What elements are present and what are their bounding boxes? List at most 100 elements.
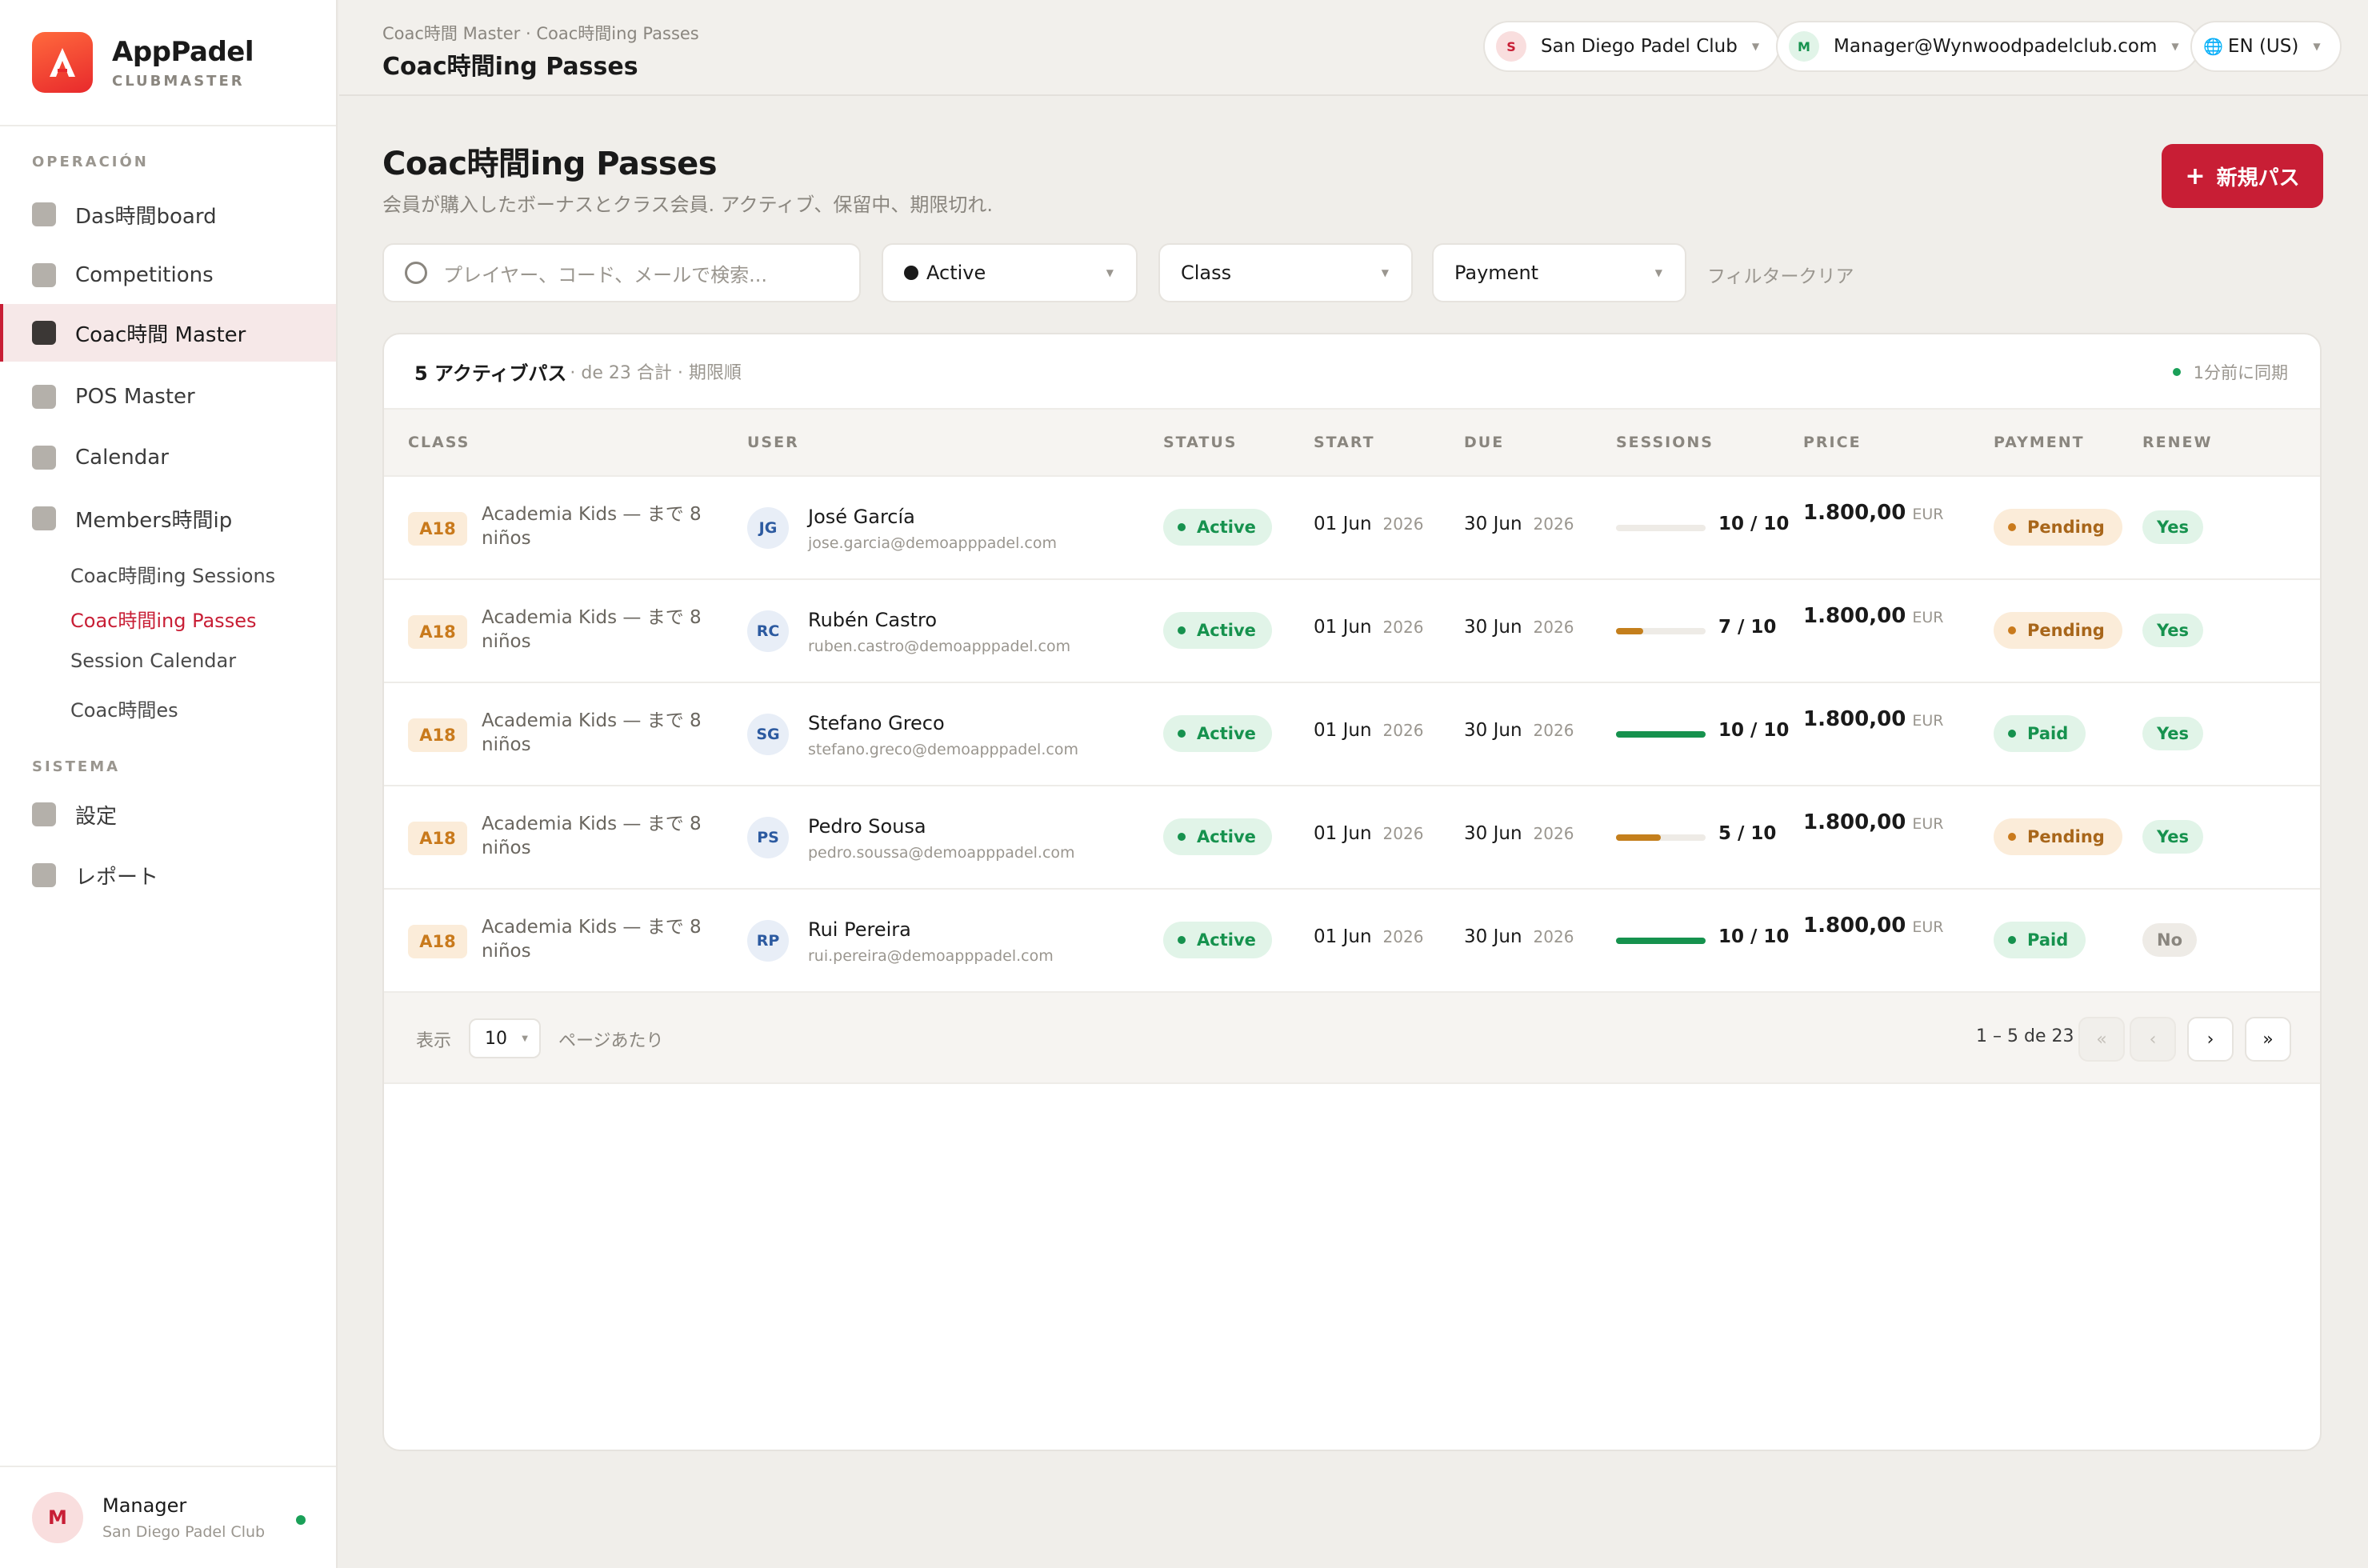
breadcrumb[interactable]: Coac時間 Master · Coac時間ing Passes bbox=[382, 21, 699, 45]
user-club: San Diego Padel Club bbox=[102, 1523, 266, 1541]
class-filter[interactable]: Class ▼ bbox=[1158, 243, 1413, 302]
sidebar-item-label: Members時間ip bbox=[75, 508, 233, 533]
column-header-class[interactable]: CLASS bbox=[408, 434, 470, 451]
price-amount: 1.800,00 bbox=[1803, 810, 1906, 834]
sidebar-item-dashboard[interactable]: Das時間board bbox=[0, 186, 336, 243]
table-row[interactable]: A18 Academia Kids — まで 8 niños RC Rubén … bbox=[384, 580, 2320, 683]
user-name[interactable]: Stefano Greco bbox=[808, 712, 945, 734]
clear-filters-link[interactable]: フィルタークリア bbox=[1707, 261, 1854, 288]
status-label: Active bbox=[1197, 518, 1256, 537]
column-header-start[interactable]: START bbox=[1314, 434, 1375, 451]
first-page-button[interactable]: « bbox=[2078, 1017, 2125, 1062]
start-day: 01 Jun bbox=[1314, 720, 1372, 741]
sidebar-subitem-session-calendar[interactable]: Session Calendar bbox=[70, 650, 236, 672]
column-header-sessions[interactable]: SESSIONS bbox=[1616, 434, 1714, 451]
table-row[interactable]: A18 Academia Kids — まで 8 niños PS Pedro … bbox=[384, 786, 2320, 890]
status-badge: Active bbox=[1163, 818, 1272, 855]
renew-badge: Yes bbox=[2142, 717, 2204, 750]
due-date: 30 Jun 2026 bbox=[1464, 514, 1574, 534]
price-currency: EUR bbox=[1912, 506, 1944, 523]
sidebar-item-label: レポート bbox=[75, 865, 159, 890]
current-user[interactable]: M Manager San Diego Padel Club bbox=[0, 1466, 336, 1568]
start-date: 01 Jun 2026 bbox=[1314, 720, 1423, 741]
user-email: ruben.castro@demoapppadel.com bbox=[808, 638, 1071, 655]
payment-dot-icon bbox=[2008, 833, 2016, 841]
due-day: 30 Jun bbox=[1464, 823, 1522, 844]
due-date: 30 Jun 2026 bbox=[1464, 823, 1574, 844]
avatar: JG bbox=[747, 507, 789, 549]
column-header-price[interactable]: PRICE bbox=[1803, 434, 1862, 451]
class-name: Academia Kids — まで 8 niños bbox=[482, 710, 702, 755]
brand[interactable]: AppPadel CLUBMASTER bbox=[0, 0, 336, 126]
per-page-select[interactable]: 10 ▼ bbox=[469, 1018, 541, 1058]
table-footer: 表示 10 ▼ ページあたり 1 – 5 de 23 « ‹ › » bbox=[384, 993, 2320, 1084]
due-year: 2026 bbox=[1533, 618, 1574, 637]
chevron-down-icon: ▼ bbox=[522, 1034, 528, 1043]
search-input[interactable]: プレイヤー、コード、メールで検索... bbox=[382, 243, 861, 302]
table-row[interactable]: A18 Academia Kids — まで 8 niños SG Stefan… bbox=[384, 683, 2320, 786]
price-amount: 1.800,00 bbox=[1803, 707, 1906, 731]
dashboard-icon bbox=[32, 202, 56, 226]
sessions-progress-fill bbox=[1616, 938, 1706, 944]
sidebar-item-settings[interactable]: 設定 bbox=[0, 786, 336, 843]
sidebar-item-competitions[interactable]: Competitions bbox=[0, 246, 336, 304]
column-header-due[interactable]: DUE bbox=[1464, 434, 1504, 451]
table-row[interactable]: A18 Academia Kids — まで 8 niños RP Rui Pe… bbox=[384, 890, 2320, 993]
due-day: 30 Jun bbox=[1464, 514, 1522, 534]
sessions-count: 5 / 10 bbox=[1718, 823, 1777, 844]
club-selector[interactable]: S San Diego Padel Club ▼ bbox=[1483, 21, 1781, 72]
user-name[interactable]: Pedro Sousa bbox=[808, 815, 926, 838]
status-dot-icon bbox=[1178, 936, 1186, 944]
payment-badge: Pending bbox=[1994, 509, 2122, 546]
next-page-button[interactable]: › bbox=[2187, 1017, 2234, 1062]
nav-section-sistema: SISTEMA bbox=[32, 758, 121, 775]
due-date: 30 Jun 2026 bbox=[1464, 617, 1574, 638]
class-name: Academia Kids — まで 8 niños bbox=[482, 917, 702, 962]
new-pass-button[interactable]: + 新規パス bbox=[2162, 144, 2323, 208]
language-selector[interactable]: 🌐 EN (US) ▼ bbox=[2190, 21, 2342, 72]
last-page-button[interactable]: » bbox=[2245, 1017, 2291, 1062]
new-pass-label: 新規パス bbox=[2216, 166, 2300, 190]
sidebar-item-label: Competitions bbox=[75, 263, 214, 287]
sidebar-item-membership[interactable]: Members時間ip bbox=[0, 490, 336, 547]
sync-status: 1分前に同期 bbox=[2172, 360, 2288, 384]
avatar: SG bbox=[747, 714, 789, 755]
sidebar-item-pos-master[interactable]: POS Master bbox=[0, 368, 336, 426]
start-date: 01 Jun 2026 bbox=[1314, 514, 1423, 534]
sessions-count: 10 / 10 bbox=[1718, 720, 1790, 741]
table-row[interactable]: A18 Academia Kids — まで 8 niños JG José G… bbox=[384, 477, 2320, 580]
status-filter[interactable]: Active ▼ bbox=[882, 243, 1138, 302]
user-name[interactable]: Rubén Castro bbox=[808, 609, 937, 631]
column-header-renew[interactable]: RENEW bbox=[2142, 434, 2212, 451]
table-header: CLASS USER STATUS START DUE SESSIONS PRI… bbox=[384, 410, 2320, 477]
column-header-user[interactable]: USER bbox=[747, 434, 799, 451]
status-dot-icon bbox=[1178, 626, 1186, 634]
column-header-status[interactable]: STATUS bbox=[1163, 434, 1237, 451]
sidebar-subitem-coaching-passes[interactable]: Coac時間ing Passes bbox=[70, 605, 256, 633]
start-year: 2026 bbox=[1382, 514, 1424, 534]
table-summary: 5 アクティブパス · de 23 合計 · 期限順 1分前に同期 bbox=[384, 334, 2320, 410]
page-range: 1 – 5 de 23 bbox=[1976, 1026, 2074, 1046]
club-name: San Diego Padel Club bbox=[1541, 36, 1738, 57]
status-filter-value: Active bbox=[926, 262, 986, 284]
app-subtitle: CLUBMASTER bbox=[112, 72, 245, 90]
sessions-progress-fill bbox=[1616, 628, 1643, 634]
due-day: 30 Jun bbox=[1464, 720, 1522, 741]
status-label: Active bbox=[1197, 621, 1256, 640]
nav-section-operacion: OPERACIÓN bbox=[32, 154, 149, 170]
account-selector[interactable]: M Manager@Wynwoodpadelclub.com ▼ bbox=[1776, 21, 2200, 72]
sidebar-subitem-coaching-sessions[interactable]: Coac時間ing Sessions bbox=[70, 560, 275, 588]
sidebar-item-label: Calendar bbox=[75, 446, 169, 470]
due-date: 30 Jun 2026 bbox=[1464, 926, 1574, 947]
sidebar-item-reports[interactable]: レポート bbox=[0, 846, 336, 904]
due-year: 2026 bbox=[1533, 927, 1574, 946]
sidebar-item-coach-master[interactable]: Coac時間 Master bbox=[0, 304, 336, 362]
column-header-payment[interactable]: PAYMENT bbox=[1994, 434, 2085, 451]
prev-page-button[interactable]: ‹ bbox=[2130, 1017, 2176, 1062]
user-name[interactable]: José García bbox=[808, 506, 915, 528]
user-name[interactable]: Rui Pereira bbox=[808, 918, 911, 941]
sidebar-subitem-coaches[interactable]: Coac時間es bbox=[70, 694, 178, 722]
sidebar-item-calendar[interactable]: Calendar bbox=[0, 429, 336, 486]
due-day: 30 Jun bbox=[1464, 617, 1522, 638]
payment-filter[interactable]: Payment ▼ bbox=[1432, 243, 1686, 302]
